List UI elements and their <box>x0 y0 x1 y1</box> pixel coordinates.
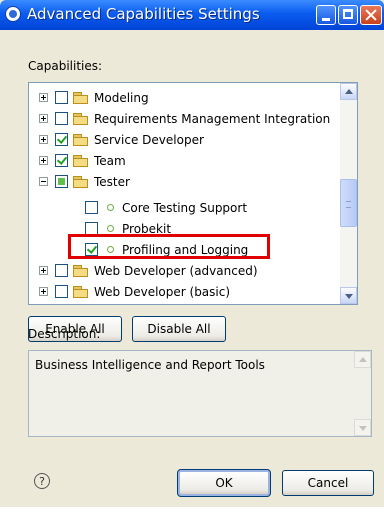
checkbox[interactable] <box>85 201 98 214</box>
scroll-thumb[interactable] <box>340 179 357 227</box>
expand-icon[interactable] <box>39 287 48 296</box>
checkbox[interactable] <box>55 133 68 146</box>
dialog-window: Advanced Capabilities Settings Capabilit… <box>0 0 384 507</box>
tree-item-label: Web Developer (basic) <box>94 284 231 299</box>
description-label-text: Description: <box>28 327 101 341</box>
folder-icon <box>73 91 89 104</box>
collapse-icon[interactable] <box>39 177 48 186</box>
window-title: Advanced Capabilities Settings <box>27 5 260 23</box>
tree-item-team[interactable]: Team <box>39 150 126 171</box>
tree-item-modeling[interactable]: Modeling <box>39 87 149 108</box>
checkbox[interactable] <box>55 264 68 277</box>
description-box[interactable]: Business Intelligence and Report Tools <box>28 350 372 437</box>
folder-icon <box>73 264 89 277</box>
folder-icon <box>73 175 89 188</box>
capabilities-label: Capabilities: <box>28 59 103 73</box>
capability-dot-icon <box>107 225 114 232</box>
ok-button[interactable]: OK <box>177 469 271 497</box>
tree-item-web-developer-advanced[interactable]: Web Developer (advanced) <box>39 260 258 281</box>
expand-icon[interactable] <box>39 156 48 165</box>
checkbox[interactable] <box>55 112 68 125</box>
tree-item-label: Tester <box>94 174 130 189</box>
expand-icon[interactable] <box>39 266 48 275</box>
tree-item-web-developer-basic[interactable]: Web Developer (basic) <box>39 281 230 302</box>
scroll-down-button[interactable] <box>354 419 371 436</box>
maximize-button[interactable] <box>338 5 358 25</box>
tree-item-service-developer[interactable]: Service Developer <box>39 129 204 150</box>
capability-dot-icon <box>107 204 114 211</box>
checkbox[interactable] <box>55 285 68 298</box>
folder-icon <box>73 285 89 298</box>
description-scrollbar[interactable] <box>354 351 371 436</box>
tree-item-label: Web Developer (advanced) <box>94 263 258 278</box>
tree-item-tester[interactable]: Tester <box>39 171 130 192</box>
expand-icon[interactable] <box>39 135 48 144</box>
capabilities-tree[interactable]: Modeling Requirements Management Integra… <box>28 82 358 305</box>
folder-icon <box>73 112 89 125</box>
tree-item-label: Core Testing Support <box>122 200 248 215</box>
tree-item-label: Modeling <box>94 90 149 105</box>
minimize-button[interactable] <box>316 5 336 25</box>
description-text: Business Intelligence and Report Tools <box>35 358 265 372</box>
tree-item-label: Team <box>94 153 126 168</box>
tree-item-core-testing-support[interactable]: Core Testing Support <box>85 197 247 218</box>
disable-all-button[interactable]: Disable All <box>132 316 226 342</box>
folder-icon <box>73 133 89 146</box>
checkbox[interactable] <box>55 175 68 188</box>
folder-icon <box>73 154 89 167</box>
highlight-box <box>68 234 270 259</box>
expand-icon[interactable] <box>39 93 48 102</box>
bottom-edge <box>0 507 384 513</box>
tree-item-label: Service Developer <box>94 132 204 147</box>
scroll-down-button[interactable] <box>340 287 357 304</box>
tree-item-requirements[interactable]: Requirements Management Integration <box>39 108 330 129</box>
scroll-up-button[interactable] <box>354 351 371 368</box>
close-button[interactable] <box>360 5 382 25</box>
title-bar[interactable]: Advanced Capabilities Settings <box>0 0 384 30</box>
description-label: Description: <box>28 327 100 341</box>
tree-scrollbar[interactable] <box>340 83 357 304</box>
expand-icon[interactable] <box>39 114 48 123</box>
app-icon <box>5 6 21 22</box>
checkbox[interactable] <box>55 91 68 104</box>
cancel-button[interactable]: Cancel <box>282 470 374 496</box>
help-icon[interactable]: ? <box>34 473 50 489</box>
tree-item-label: Requirements Management Integration <box>94 111 331 126</box>
checkbox[interactable] <box>55 154 68 167</box>
scroll-up-button[interactable] <box>340 83 357 100</box>
